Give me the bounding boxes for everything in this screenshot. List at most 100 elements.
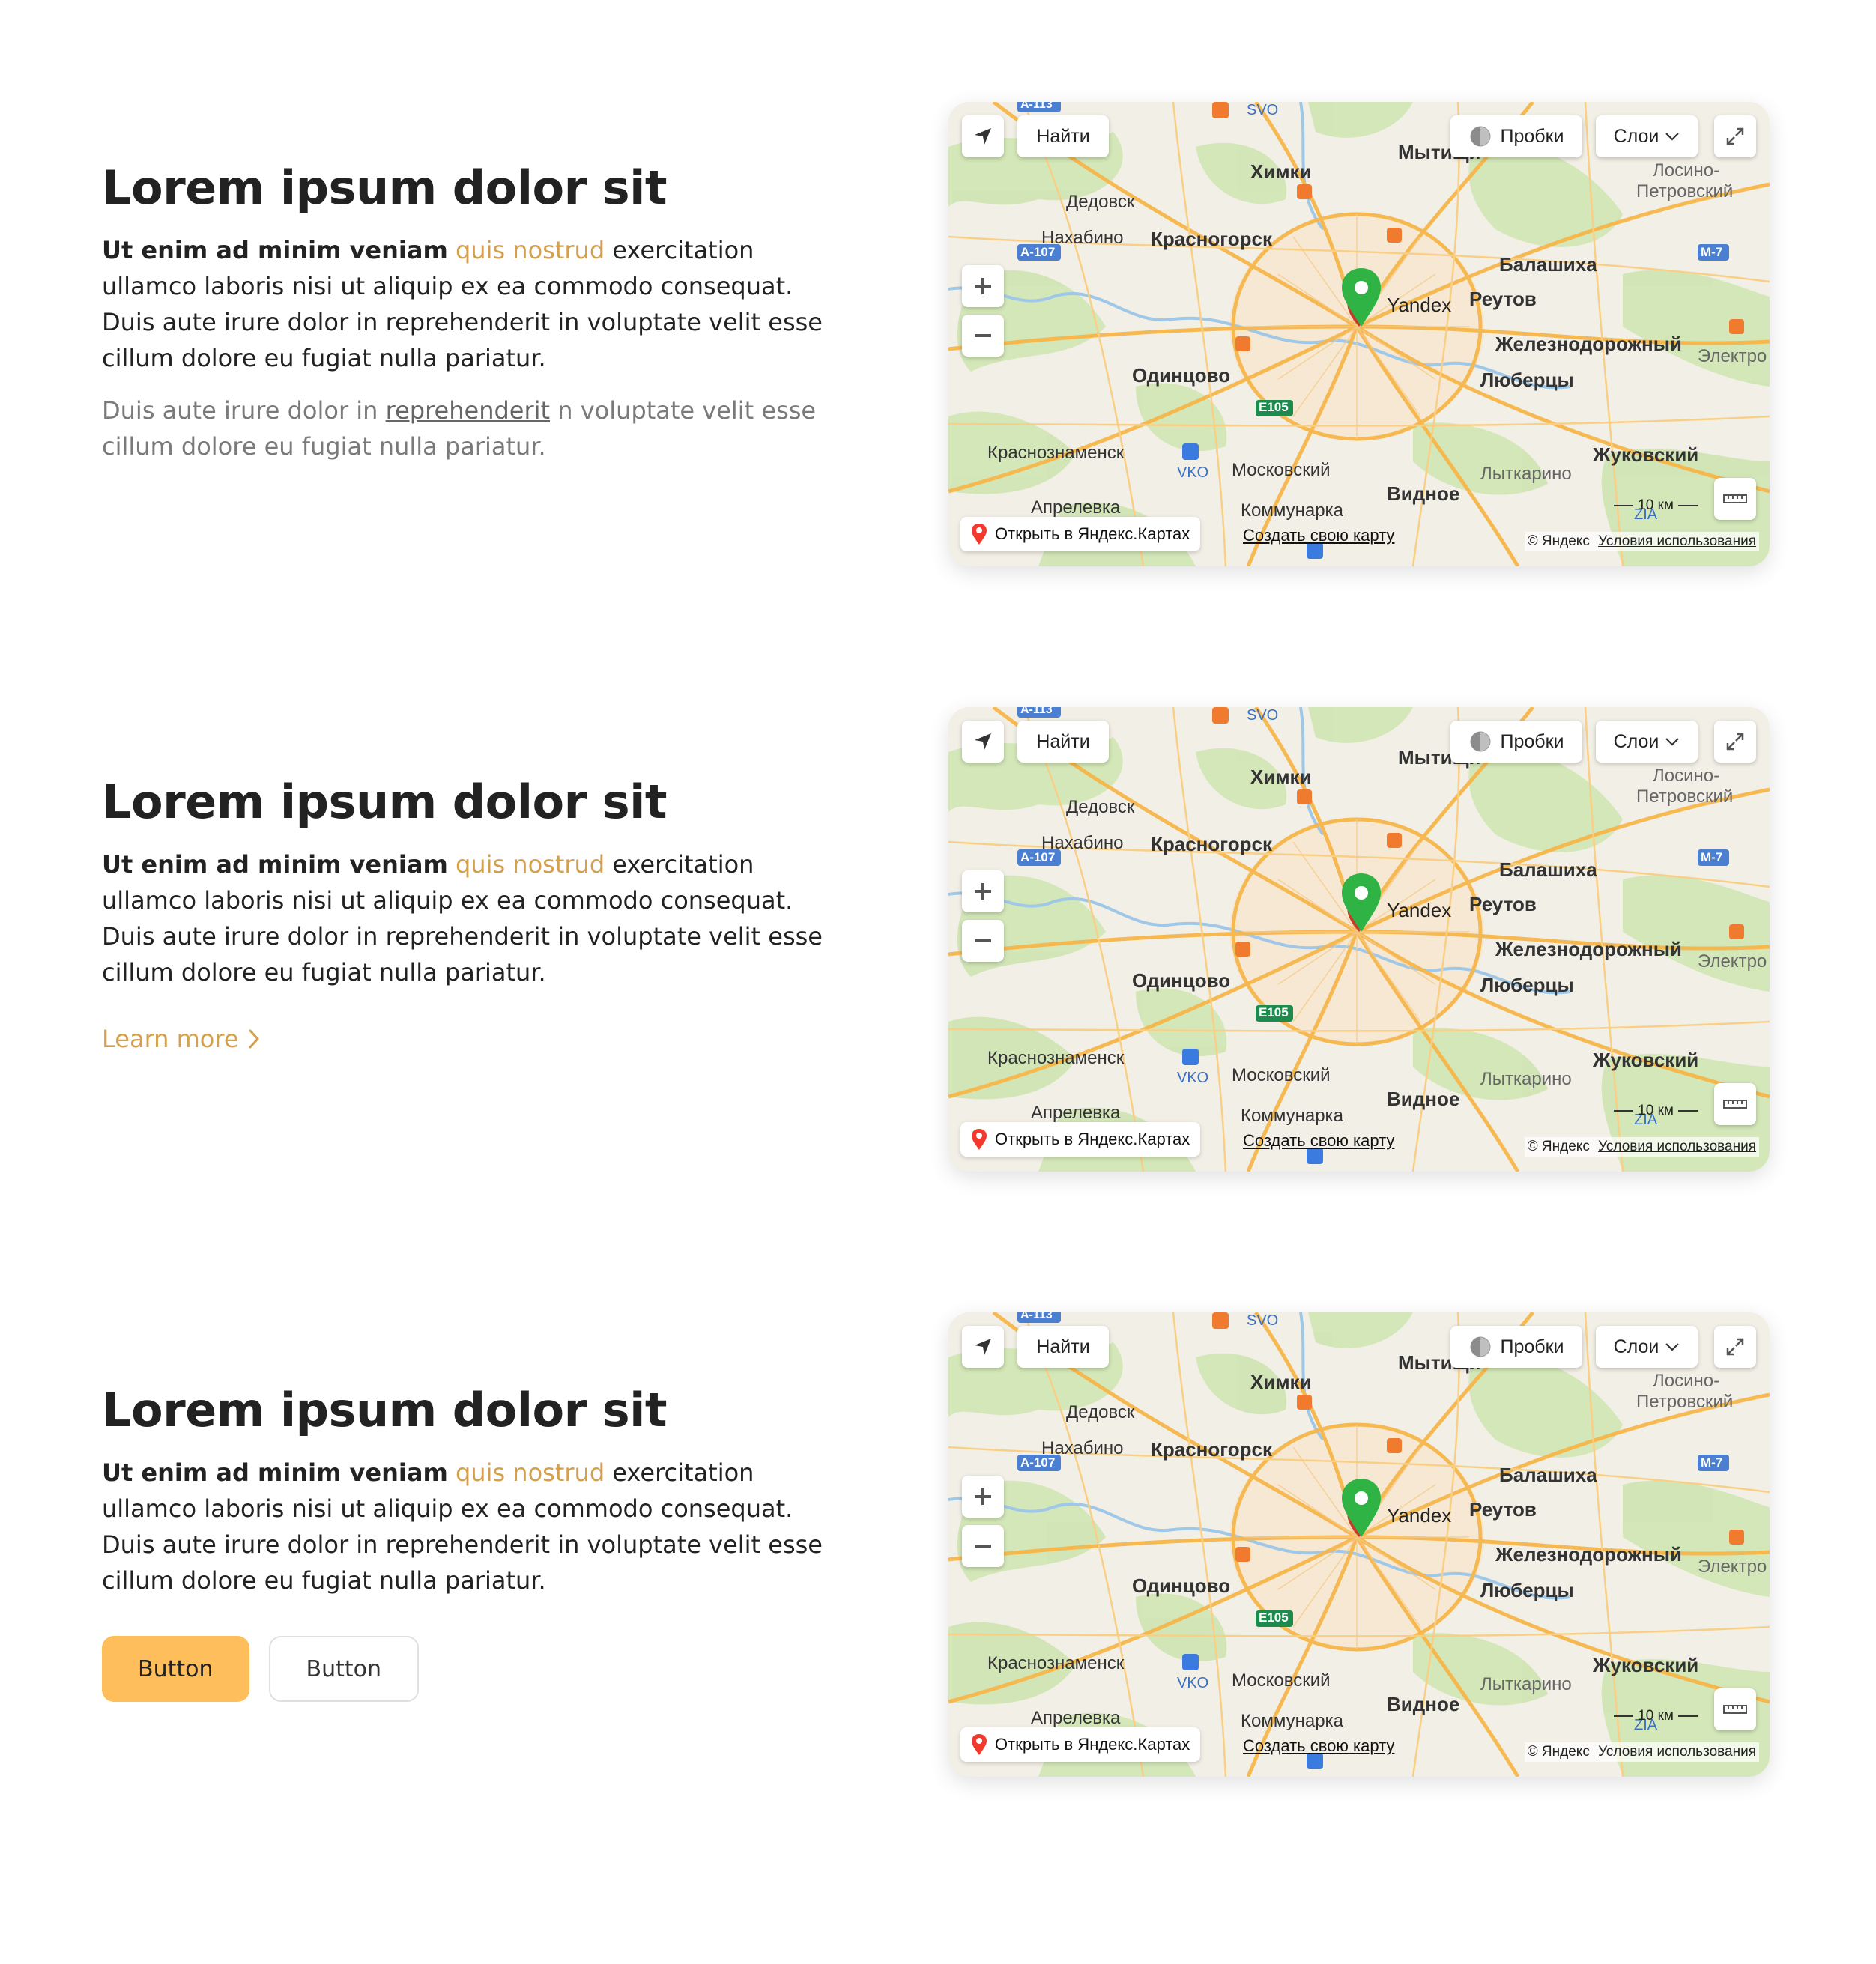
lead-accent: quis nostrud — [455, 850, 605, 879]
create-map-link[interactable]: Создать свою карту — [1243, 526, 1394, 545]
map-label: E105 — [1259, 400, 1289, 414]
minus-icon — [975, 939, 991, 942]
copyright-text: © Яндекс — [1527, 1744, 1590, 1760]
zoom-out-button[interactable] — [962, 1525, 1004, 1567]
map-label: A-113 — [1020, 707, 1053, 716]
map-label: Дедовск — [1066, 797, 1135, 817]
map-label: Коммунарка — [1241, 1106, 1343, 1126]
map-label: Лосино- — [1653, 160, 1720, 181]
expand-icon — [1726, 127, 1744, 145]
map-label: VKO — [1177, 1675, 1209, 1691]
map-label: Одинцово — [1132, 364, 1231, 387]
search-button[interactable]: Найти — [1017, 1326, 1109, 1368]
traffic-icon — [1470, 126, 1490, 147]
scale-bar — [1614, 505, 1634, 506]
layers-button[interactable]: Слои — [1596, 721, 1698, 763]
open-in-yandex-maps-link[interactable]: Открыть в Яндекс.Картах — [960, 1122, 1201, 1157]
map-label: Краснознаменск — [987, 1048, 1125, 1068]
ruler-icon — [1723, 1705, 1747, 1714]
embedded-map[interactable]: Химки Мытищи Дедовск Нахабино Красногорс… — [948, 1312, 1770, 1777]
map-label: Балашиха — [1499, 1464, 1597, 1486]
embedded-map[interactable]: Химки Мытищи Дедовск Нахабино Красногорс… — [948, 707, 1770, 1172]
open-in-yandex-maps-link[interactable]: Открыть в Яндекс.Картах — [960, 1727, 1201, 1762]
fullscreen-button[interactable] — [1714, 721, 1756, 763]
geolocation-button[interactable] — [962, 721, 1004, 763]
layers-button[interactable]: Слои — [1596, 115, 1698, 157]
map-label: Электро — [1698, 951, 1767, 972]
map-label: Железнодорожный — [1495, 938, 1682, 960]
section-lead: Ut enim ad minim veniam quis nostrud exe… — [102, 846, 829, 990]
map-label: M-7 — [1701, 245, 1723, 259]
secondary-button[interactable]: Button — [268, 1636, 419, 1703]
learn-more-link[interactable]: Learn more — [102, 1025, 260, 1053]
map-label: Люберцы — [1480, 974, 1574, 996]
map-label: Видное — [1387, 1088, 1460, 1110]
map-scale: 10 км — [1614, 1103, 1698, 1119]
map-label: Реутов — [1469, 1498, 1537, 1521]
terms-link[interactable]: Условия использования — [1598, 533, 1756, 549]
fullscreen-button[interactable] — [1714, 115, 1756, 157]
map-label: Коммунарка — [1241, 500, 1343, 521]
map-label: A-107 — [1020, 245, 1056, 259]
button-group: Button Button — [102, 1636, 829, 1703]
plus-icon — [975, 1488, 991, 1505]
map-label: A-113 — [1020, 102, 1053, 111]
map-label: Люберцы — [1480, 369, 1574, 391]
traffic-button[interactable]: Пробки — [1450, 1326, 1582, 1368]
search-button[interactable]: Найти — [1017, 721, 1109, 763]
map-label: Красногорск — [1151, 1438, 1272, 1461]
terms-link[interactable]: Условия использования — [1598, 1139, 1756, 1154]
map-scale: 10 км — [1614, 1708, 1698, 1724]
map-label: Электро — [1698, 1557, 1767, 1577]
traffic-label: Пробки — [1500, 1336, 1564, 1357]
zoom-in-button[interactable] — [962, 870, 1004, 912]
terms-link[interactable]: Условия использования — [1598, 1744, 1756, 1760]
map-label: Лыткарино — [1480, 1674, 1572, 1694]
zoom-out-button[interactable] — [962, 920, 1004, 962]
section-text: Lorem ipsum dolor sit Ut enim ad minim v… — [102, 160, 829, 464]
map-label: VKO — [1177, 1070, 1209, 1086]
traffic-button[interactable]: Пробки — [1450, 115, 1582, 157]
traffic-button[interactable]: Пробки — [1450, 721, 1582, 763]
map-label: Люберцы — [1480, 1579, 1574, 1601]
traffic-icon — [1470, 1336, 1490, 1357]
map-label: Петровский — [1636, 786, 1734, 807]
expand-icon — [1726, 733, 1744, 751]
marker-label: Yandex — [1387, 1504, 1452, 1527]
embedded-map[interactable]: Химки Мытищи Дедовск Нахабино Красногорс… — [948, 102, 1770, 566]
map-label: Лыткарино — [1480, 464, 1572, 484]
fullscreen-button[interactable] — [1714, 1326, 1756, 1368]
lead-bold: Ut enim ad minim veniam — [102, 236, 448, 265]
create-map-link[interactable]: Создать свою карту — [1243, 1736, 1394, 1756]
layers-button[interactable]: Слои — [1596, 1326, 1698, 1368]
map-label: Железнодорожный — [1495, 333, 1682, 355]
marker-label: Yandex — [1387, 899, 1452, 921]
zoom-in-button[interactable] — [962, 265, 1004, 307]
ruler-button[interactable] — [1714, 1083, 1756, 1125]
map-label: Жуковский — [1593, 443, 1699, 466]
zoom-in-button[interactable] — [962, 1476, 1004, 1518]
map-label: Московский — [1232, 460, 1331, 480]
map-label: E105 — [1259, 1610, 1289, 1625]
ruler-icon — [1723, 1100, 1747, 1109]
create-map-link[interactable]: Создать свою карту — [1243, 1131, 1394, 1151]
map-label: Железнодорожный — [1495, 1543, 1682, 1566]
section-text: Lorem ipsum dolor sit Ut enim ad minim v… — [102, 1383, 829, 1703]
open-in-yandex-maps-link[interactable]: Открыть в Яндекс.Картах — [960, 517, 1201, 551]
minus-icon — [975, 334, 991, 337]
map-label: Коммунарка — [1241, 1711, 1343, 1731]
chevron-down-icon — [1665, 133, 1680, 141]
map-label: Электро — [1698, 346, 1767, 366]
search-button[interactable]: Найти — [1017, 115, 1109, 157]
ruler-button[interactable] — [1714, 1688, 1756, 1730]
map-label: VKO — [1177, 464, 1209, 481]
map-label: Дедовск — [1066, 1402, 1135, 1422]
muted-link[interactable]: reprehenderit — [386, 396, 550, 425]
primary-button[interactable]: Button — [102, 1636, 249, 1703]
map-copyright: © Яндекс Условия использования — [1524, 1742, 1759, 1762]
zoom-out-button[interactable] — [962, 315, 1004, 357]
map-label: Жуковский — [1593, 1654, 1699, 1676]
geolocation-button[interactable] — [962, 1326, 1004, 1368]
ruler-button[interactable] — [1714, 478, 1756, 520]
geolocation-button[interactable] — [962, 115, 1004, 157]
